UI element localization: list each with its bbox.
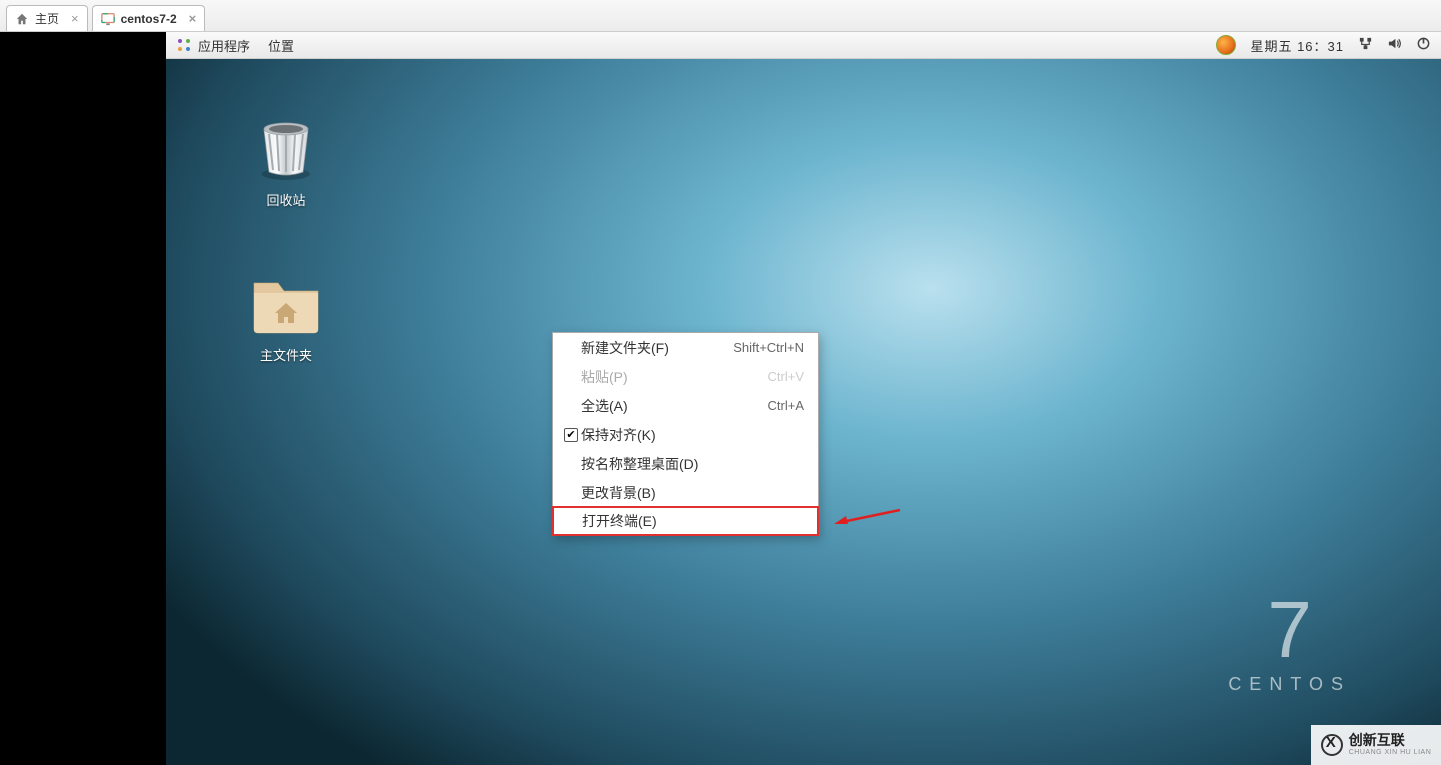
- menu-label: 保持对齐(K): [581, 425, 804, 445]
- volume-icon[interactable]: [1387, 36, 1402, 54]
- menu-label: 更改背景(B): [581, 483, 804, 503]
- close-icon[interactable]: ×: [189, 11, 197, 26]
- menu-label: 按名称整理桌面(D): [581, 454, 804, 474]
- menu-item-paste: 粘贴(P) Ctrl+V: [553, 362, 818, 391]
- trash-label: 回收站: [266, 190, 305, 209]
- menu-item-keep-aligned[interactable]: ✔ 保持对齐(K): [553, 420, 818, 449]
- applications-menu[interactable]: 应用程序: [176, 36, 250, 55]
- watermark-logo-icon: [1321, 734, 1343, 756]
- home-folder-icon[interactable]: 主文件夹: [246, 269, 326, 364]
- menu-item-new-folder[interactable]: 新建文件夹(F) Shift+Ctrl+N: [553, 333, 818, 362]
- power-icon[interactable]: [1416, 36, 1431, 54]
- places-label: 位置: [268, 36, 294, 55]
- host-tab-bar: 主页 × centos7-2 ×: [0, 0, 1441, 32]
- centos-branding: 7 CENTOS: [1228, 590, 1351, 695]
- tab-vm[interactable]: centos7-2 ×: [92, 5, 206, 31]
- home-icon: [15, 12, 29, 26]
- watermark-title: 创新互联: [1349, 733, 1432, 748]
- tab-label: 主页: [35, 10, 59, 27]
- firefox-icon[interactable]: [1216, 35, 1236, 55]
- home-folder-label: 主文件夹: [260, 345, 312, 364]
- watermark-subtitle: CHUANG XIN HU LIAN: [1349, 749, 1432, 757]
- gnome-top-panel: 应用程序 位置 星期五 16：31: [166, 32, 1441, 59]
- desktop-context-menu: 新建文件夹(F) Shift+Ctrl+N 粘贴(P) Ctrl+V 全选(A)…: [552, 332, 819, 536]
- menu-shortcut: Shift+Ctrl+N: [733, 340, 804, 355]
- tab-label: centos7-2: [121, 12, 177, 26]
- menu-shortcut: Ctrl+A: [768, 398, 804, 413]
- centos-name: CENTOS: [1228, 674, 1351, 695]
- trash-icon[interactable]: 回收站: [246, 114, 326, 209]
- menu-item-organize-by-name[interactable]: 按名称整理桌面(D): [553, 449, 818, 478]
- clock[interactable]: 星期五 16：31: [1250, 36, 1344, 55]
- menu-item-open-terminal[interactable]: 打开终端(E): [552, 506, 819, 536]
- close-icon[interactable]: ×: [71, 11, 79, 26]
- menu-label: 新建文件夹(F): [581, 338, 733, 358]
- places-menu[interactable]: 位置: [268, 36, 294, 55]
- centos-version: 7: [1228, 590, 1351, 670]
- annotation-arrow-icon: [832, 506, 902, 526]
- left-black-bar: [0, 32, 166, 765]
- menu-label: 全选(A): [581, 396, 768, 416]
- menu-item-select-all[interactable]: 全选(A) Ctrl+A: [553, 391, 818, 420]
- network-icon[interactable]: [1358, 36, 1373, 54]
- menu-item-change-background[interactable]: 更改背景(B): [553, 478, 818, 507]
- menu-label: 粘贴(P): [581, 367, 768, 387]
- desktop[interactable]: 应用程序 位置 星期五 16：31: [166, 32, 1441, 765]
- applications-label: 应用程序: [198, 36, 250, 55]
- apps-icon: [176, 37, 192, 53]
- menu-shortcut: Ctrl+V: [768, 369, 804, 384]
- tab-home[interactable]: 主页 ×: [6, 5, 88, 31]
- menu-label: 打开终端(E): [582, 511, 803, 531]
- trash-can-icon: [251, 114, 321, 184]
- watermark: 创新互联 CHUANG XIN HU LIAN: [1311, 725, 1441, 765]
- desktop-icons-area: 回收站 主文件夹: [246, 114, 326, 364]
- monitor-icon: [101, 12, 115, 26]
- checkbox-checked-icon: ✔: [564, 428, 578, 442]
- folder-icon: [246, 269, 326, 339]
